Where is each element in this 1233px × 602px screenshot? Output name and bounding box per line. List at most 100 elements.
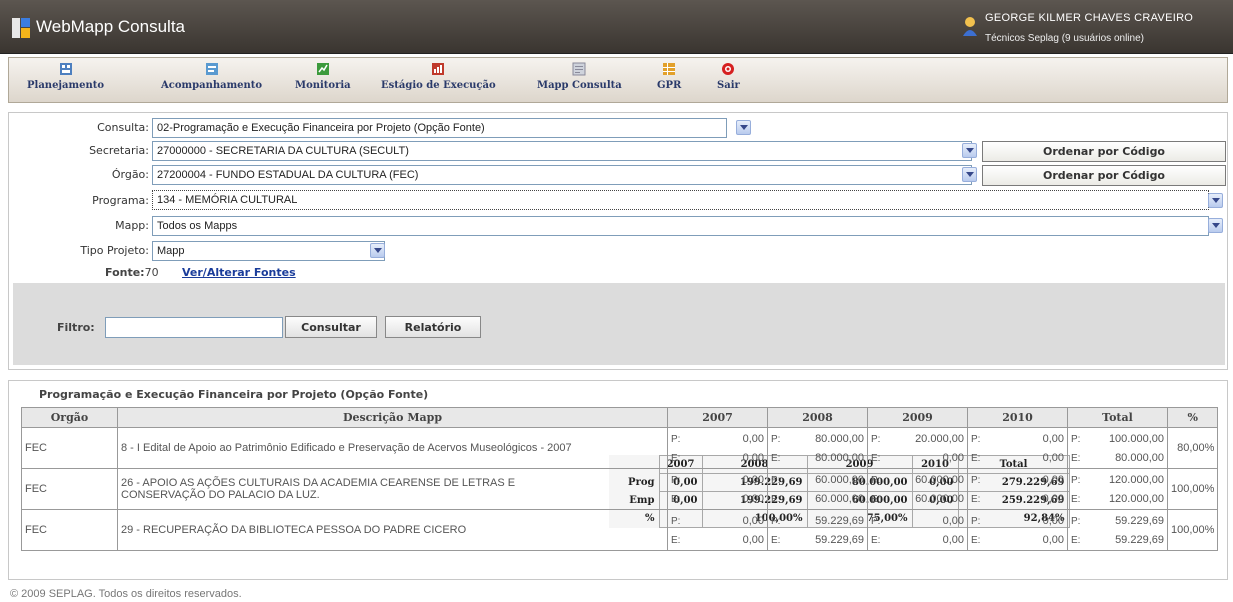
value-cell-2010: 0,00 0,00 [985,427,1068,469]
user-avatar-icon [963,17,977,36]
descricao-cell: 29 - RECUPERAÇÃO DA BIBLIOTECA PESSOA DO… [117,509,668,551]
orgao-select[interactable]: 27200004 - FUNDO ESTADUAL DA CULTURA (FE… [152,165,972,185]
consulta-value: 02-Programação e Execução Financeira por… [157,122,485,134]
column-header: 2007 [667,407,768,428]
toolbar-label: Monitoria [295,80,351,91]
toolbar-gpr[interactable]: GPR [657,62,681,91]
toolbar-label: Planejamento [27,80,105,91]
consulta-label: Consulta: [97,121,149,134]
pe-label-cell: P: E: [667,509,686,551]
programa-dropdown-icon[interactable] [1208,193,1223,208]
value-cell-2009: 60.000,00 60.000,00 [885,468,968,510]
column-header: Descrição Mapp [117,407,668,428]
app-title: WebMapp Consulta [36,17,185,36]
user-name: GEORGE KILMER CHAVES CRAVEIRO [985,12,1194,24]
tipo-projeto-dropdown-icon[interactable] [370,243,385,258]
toolbar-sair[interactable]: Sair [717,62,740,91]
app-header: WebMapp Consulta GEORGE KILMER CHAVES CR… [0,0,1233,54]
mapp-query-icon [572,62,586,76]
orgao-dropdown-icon[interactable] [962,167,977,182]
filter-panel: Filtro: Consultar Relatório 2007 2008 20… [13,283,1225,528]
mapp-dropdown-icon[interactable] [1208,218,1223,233]
copyright-footer: © 2009 SEPLAG. Todos os direitos reserva… [10,588,242,600]
tipo-projeto-value: Mapp [157,245,185,257]
toolbar-monitoria[interactable]: Monitoria [295,62,351,91]
pe-label-cell: P: E: [1067,509,1086,551]
toolbar-label: Acompanhamento [161,80,263,91]
relatorio-button[interactable]: Relatório [385,316,481,338]
mapp-select[interactable]: Todos os Mapps [152,216,1209,236]
pe-label-cell: P: E: [767,468,786,510]
pe-label-cell: P: E: [967,427,986,469]
toolbar-acompanhamento[interactable]: Acompanhamento [161,62,262,91]
value-cell-2010: 0,00 0,00 [985,468,1068,510]
filtro-input[interactable] [105,317,283,338]
value-cell-2008: 59.229,69 59.229,69 [785,509,868,551]
filtro-label: Filtro: [57,321,95,334]
secretaria-value: 27000000 - SECRETARIA DA CULTURA (SECULT… [157,145,409,157]
toolbar-estagio-execucao[interactable]: Estágio de Execução [381,62,496,91]
orgao-cell: FEC [21,468,118,510]
column-header: Total [1067,407,1168,428]
column-header: % [1166,407,1219,428]
fonte-label: Fonte:70 [105,266,159,279]
table-row[interactable]: FEC 29 - RECUPERAÇÃO DA BIBLIOTECA PESSO… [21,509,1219,551]
descricao-cell: 8 - I Edital de Apoio ao Patrimônio Edif… [117,427,668,469]
table-row[interactable]: FEC 26 - APOIO AS AÇÕES CULTURAIS DA ACA… [21,468,1219,510]
value-cell-2008: 60.000,00 60.000,00 [785,468,868,510]
mapp-value: Todos os Mapps [157,220,238,232]
pe-label-cell: P: E: [867,468,886,510]
pe-label-cell: P: E: [1067,468,1086,510]
results-panel: Programação e Execução Financeira por Pr… [8,380,1228,580]
secretaria-order-button[interactable]: Ordenar por Código [982,141,1226,162]
gpr-icon [663,63,676,75]
pe-label-cell: P: E: [767,509,786,551]
query-form: Consulta: 02-Programação e Execução Fina… [8,112,1228,528]
percent-cell: 80,00% [1166,427,1219,469]
programa-value: 134 - MEMÓRIA CULTURAL [157,194,298,206]
main-toolbar: Planejamento Acompanhamento Monitoria Es… [8,57,1228,103]
toolbar-label: Estágio de Execução [381,80,496,91]
column-header: 2010 [967,407,1068,428]
mapp-label: Mapp: [115,219,149,232]
ver-alterar-fontes-link[interactable]: Ver/Alterar Fontes [182,266,296,279]
results-header-row: Orgão Descrição Mapp 2007 2008 2009 2010… [21,407,1219,428]
value-cell-2007: 0,00 0,00 [685,468,768,510]
pe-label-cell: P: E: [967,468,986,510]
results-title: Programação e Execução Financeira por Pr… [39,388,429,401]
programa-select[interactable]: 134 - MEMÓRIA CULTURAL [152,190,1209,210]
toolbar-planejamento[interactable]: Planejamento [27,62,104,91]
secretaria-dropdown-icon[interactable] [962,143,977,158]
consultar-button[interactable]: Consultar [285,316,377,338]
pe-label-cell: P: E: [867,509,886,551]
exit-icon [722,63,735,75]
value-cell-2007: 0,00 0,00 [685,427,768,469]
orgao-cell: FEC [21,509,118,551]
tracking-icon [205,63,218,75]
table-row[interactable]: FEC 8 - I Edital de Apoio ao Patrimônio … [21,427,1219,469]
execution-stage-icon [432,63,445,75]
planning-icon [59,63,72,75]
toolbar-label: GPR [657,80,682,91]
orgao-label: Órgão: [111,168,149,181]
column-header: Orgão [21,407,118,428]
orgao-value: 27200004 - FUNDO ESTADUAL DA CULTURA (FE… [157,169,419,181]
percent-cell: 100,00% [1166,509,1219,551]
orgao-order-button[interactable]: Ordenar por Código [982,165,1226,186]
pe-label-cell: P: E: [667,468,686,510]
toolbar-mapp-consulta[interactable]: Mapp Consulta [537,62,622,91]
toolbar-label: Mapp Consulta [537,80,622,91]
value-cell-2009: 20.000,00 0,00 [885,427,968,469]
consulta-dropdown-icon[interactable] [736,120,751,135]
secretaria-select[interactable]: 27000000 - SECRETARIA DA CULTURA (SECULT… [152,141,972,161]
monitoring-icon [316,63,329,75]
programa-label: Programa: [92,194,149,207]
toolbar-label: Sair [717,80,740,91]
column-header: 2008 [767,407,868,428]
pe-label-cell: P: E: [1067,427,1086,469]
value-cell-2007: 0,00 0,00 [685,509,768,551]
consulta-select[interactable]: 02-Programação e Execução Financeira por… [152,118,727,138]
descricao-cell: 26 - APOIO AS AÇÕES CULTURAIS DA ACADEMI… [117,468,668,510]
pe-label-cell: P: E: [867,427,886,469]
tipo-projeto-select[interactable]: Mapp [152,241,385,261]
